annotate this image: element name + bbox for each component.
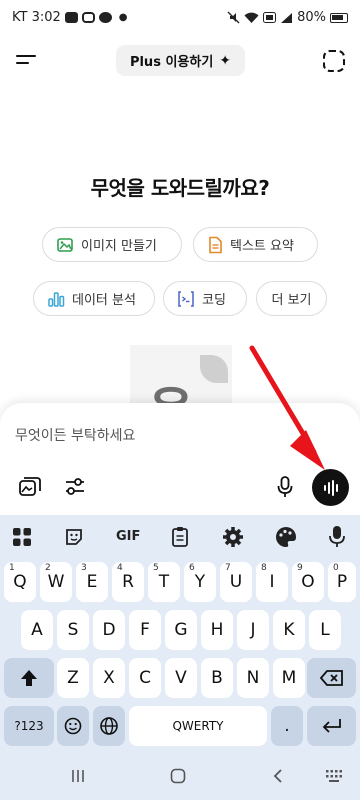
enter-arrow-icon [322, 719, 341, 733]
globe-icon [100, 717, 118, 735]
key-r[interactable]: 4R [112, 562, 144, 602]
key-hint: 5 [153, 563, 159, 573]
key-label: Q [13, 572, 27, 592]
key-label: E [86, 572, 98, 592]
key-hint: 9 [297, 563, 303, 573]
key-d[interactable]: D [93, 610, 125, 650]
key-label: Y [194, 572, 206, 592]
key-label: P [336, 572, 348, 592]
theme-palette-icon[interactable] [275, 526, 297, 548]
gif-button[interactable]: GIF [116, 529, 140, 544]
key-hint: 4 [117, 563, 123, 573]
key-l[interactable]: L [309, 610, 341, 650]
key-hint: 7 [225, 563, 231, 573]
apps-grid-icon[interactable] [12, 527, 32, 547]
key-w[interactable]: 2W [40, 562, 72, 602]
key-hint: 0 [333, 563, 339, 573]
recent-apps-icon[interactable] [70, 768, 86, 784]
key-s[interactable]: S [57, 610, 89, 650]
backspace-key[interactable] [307, 658, 356, 698]
key-z[interactable]: Z [57, 658, 89, 698]
sticker-icon[interactable] [64, 527, 84, 547]
shift-arrow-icon [21, 670, 37, 686]
system-nav-bar [0, 750, 360, 800]
clipboard-icon[interactable] [170, 526, 190, 548]
key-hint: 6 [189, 563, 195, 573]
key-hint: 8 [261, 563, 267, 573]
settings-gear-icon[interactable] [222, 526, 244, 548]
key-hint: 3 [81, 563, 87, 573]
language-key[interactable] [93, 706, 125, 746]
backspace-icon [319, 670, 343, 686]
key-j[interactable]: J [237, 610, 269, 650]
key-t[interactable]: 5T [148, 562, 180, 602]
key-b[interactable]: B [201, 658, 233, 698]
key-label: O [301, 572, 315, 592]
key-label: R [122, 572, 134, 592]
key-a[interactable]: A [21, 610, 53, 650]
key-hint: 1 [9, 563, 15, 573]
key-v[interactable]: V [165, 658, 197, 698]
keyboard-grid-icon[interactable] [325, 768, 343, 784]
emoji-key[interactable] [57, 706, 89, 746]
key-label: T [158, 572, 170, 592]
home-icon[interactable] [170, 768, 186, 784]
period-key[interactable]: . [271, 706, 303, 746]
shift-key[interactable] [4, 658, 54, 698]
key-o[interactable]: 9O [292, 562, 324, 602]
enter-key[interactable] [307, 706, 356, 746]
key-label: U [229, 572, 243, 592]
key-e[interactable]: 3E [76, 562, 108, 602]
emoji-icon [64, 717, 82, 735]
key-n[interactable]: N [237, 658, 269, 698]
symbols-key[interactable]: ?123 [4, 706, 54, 746]
keyboard: GIF 1Q 2W 3E 4R 5T 6Y 7U 8I 9O 0P A S D … [0, 515, 360, 750]
voice-input-icon[interactable] [328, 525, 346, 549]
key-f[interactable]: F [129, 610, 161, 650]
keyboard-toolbar: GIF [0, 515, 360, 559]
key-i[interactable]: 8I [256, 562, 288, 602]
key-k[interactable]: K [273, 610, 305, 650]
key-label: W [47, 572, 65, 592]
key-m[interactable]: M [273, 658, 305, 698]
space-bar[interactable]: QWERTY [129, 706, 267, 746]
key-x[interactable]: X [93, 658, 125, 698]
key-label: I [269, 572, 275, 592]
key-p[interactable]: 0P [328, 562, 356, 602]
back-chevron-icon[interactable] [270, 768, 286, 784]
key-hint: 2 [45, 563, 51, 573]
key-h[interactable]: H [201, 610, 233, 650]
key-y[interactable]: 6Y [184, 562, 216, 602]
key-g[interactable]: G [165, 610, 197, 650]
key-u[interactable]: 7U [220, 562, 252, 602]
key-q[interactable]: 1Q [4, 562, 36, 602]
key-c[interactable]: C [129, 658, 161, 698]
